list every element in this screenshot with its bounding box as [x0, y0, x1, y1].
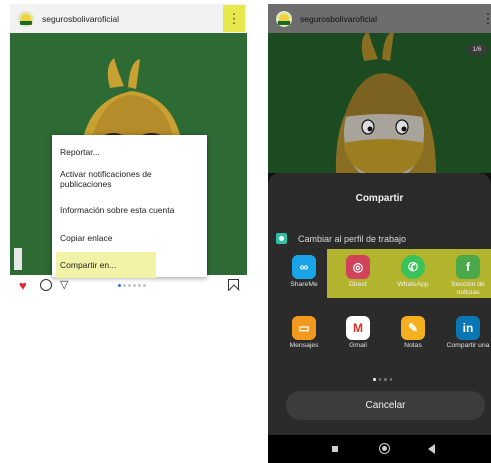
notes-icon: ✎: [401, 316, 425, 340]
like-icon[interactable]: ♥: [19, 279, 27, 292]
post-image[interactable]: [268, 33, 491, 173]
work-profile-label: Cambiar al perfil de trabajo: [298, 233, 407, 244]
app-whatsapp[interactable]: ✆ WhatsApp: [391, 255, 435, 289]
instagram-icon: ◎: [346, 255, 370, 279]
gmail-icon: M: [346, 316, 370, 340]
android-navbar: [268, 435, 491, 463]
share-sheet: Compartir Cambiar al perfil de trabajo ∞…: [268, 173, 491, 435]
work-profile-switch[interactable]: Cambiar al perfil de trabajo: [276, 233, 406, 244]
send-icon[interactable]: ▽: [60, 278, 68, 291]
account-name[interactable]: segurosbolivaroficial: [300, 14, 377, 24]
back-icon[interactable]: [428, 444, 435, 454]
linkedin-icon: in: [456, 316, 480, 340]
illustration: [268, 33, 491, 173]
post-header: segurosbolivaroficial ⋮: [10, 4, 247, 33]
whatsapp-icon: ✆: [401, 255, 425, 279]
left-screen: segurosbolivaroficial ⋮ ♥ ▽ Reportar... …: [10, 4, 247, 296]
app-facebook-news[interactable]: f Sección de noticias: [446, 255, 490, 297]
app-direct[interactable]: ◎ Direct: [336, 255, 380, 289]
work-profile-icon: [276, 233, 287, 244]
menu-item-report[interactable]: Reportar...: [56, 147, 203, 157]
app-notes[interactable]: ✎ Notas: [391, 316, 435, 350]
recents-icon[interactable]: [332, 446, 338, 452]
post-header: segurosbolivaroficial ⋮: [268, 4, 491, 33]
share-title: Compartir: [355, 193, 404, 204]
app-gmail[interactable]: M Gmail: [336, 316, 380, 350]
more-options-button[interactable]: ⋮: [482, 5, 491, 32]
bookmark-icon[interactable]: [228, 279, 239, 291]
app-messages[interactable]: ▭ Mensajes: [282, 316, 326, 350]
facebook-icon: f: [456, 255, 480, 279]
menu-item-notifications[interactable]: Activar notificaciones de publicaciones: [56, 169, 203, 189]
more-options-button[interactable]: ⋮: [223, 5, 245, 32]
home-icon[interactable]: [379, 443, 390, 454]
app-linkedin[interactable]: in Compartir una: [446, 316, 490, 350]
menu-item-account-info[interactable]: Información sobre esta cuenta: [56, 205, 203, 215]
shareme-icon: ∞: [292, 255, 316, 279]
carousel-indicator: [118, 284, 146, 287]
menu-item-share[interactable]: Compartir en...: [56, 252, 156, 278]
menu-item-copy-link[interactable]: Copiar enlace: [56, 233, 203, 243]
share-page-indicator: [373, 378, 392, 381]
more-vertical-icon: ⋮: [481, 11, 491, 26]
comment-icon[interactable]: [40, 279, 52, 291]
right-screen: segurosbolivaroficial ⋮ 1/6 Compartir Ca…: [268, 4, 491, 463]
cancel-button[interactable]: Cancelar: [286, 391, 485, 420]
messages-icon: ▭: [292, 316, 316, 340]
account-avatar[interactable]: [18, 10, 34, 27]
more-vertical-icon: ⋮: [227, 11, 241, 26]
account-avatar[interactable]: [276, 10, 292, 27]
app-shareme[interactable]: ∞ ShareMe: [282, 255, 326, 289]
account-name[interactable]: segurosbolivaroficial: [42, 14, 119, 24]
options-menu: Reportar... Activar notificaciones de pu…: [52, 135, 207, 278]
carousel-counter: 1/6: [467, 44, 487, 55]
post-actions: ♥ ▽: [10, 275, 247, 296]
